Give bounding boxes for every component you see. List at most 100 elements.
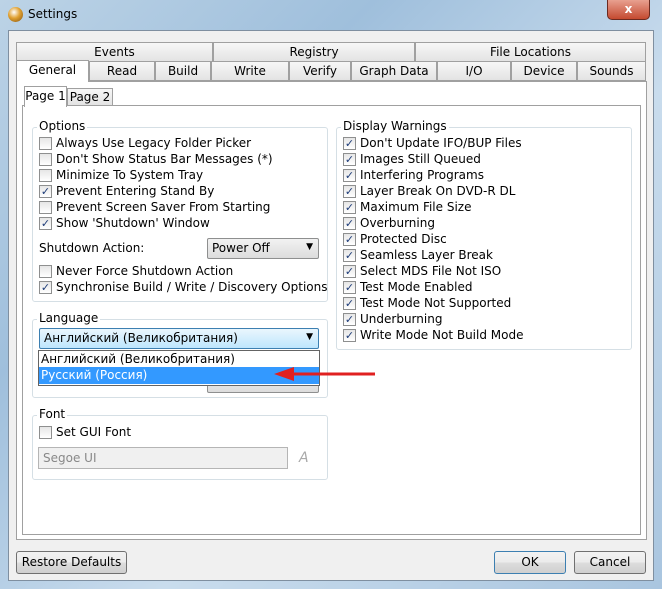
font-title: Font	[37, 407, 68, 421]
set-gui-font-checkbox[interactable]: Set GUI Font	[39, 425, 131, 439]
checkbox-label: Underburning	[360, 312, 443, 326]
window-title: Settings	[28, 7, 78, 21]
checkbox-label: Layer Break On DVD-R DL	[360, 184, 516, 198]
checkbox-select-mds-file-not-iso[interactable]: ✓ Select MDS File Not ISO	[343, 264, 501, 278]
checkbox-icon: ✓	[343, 280, 356, 294]
checkbox-icon	[39, 264, 52, 278]
checkbox-icon	[39, 425, 52, 439]
shutdown-action-value: Power Off	[212, 241, 270, 255]
checkbox-icon: ✓	[343, 168, 356, 182]
checkbox-write-mode-not-build-mode[interactable]: ✓ Write Mode Not Build Mode	[343, 328, 523, 342]
restore-defaults-button[interactable]: Restore Defaults	[16, 551, 127, 574]
checkbox-icon: ✓	[343, 312, 356, 326]
checkbox-seamless-layer-break[interactable]: ✓ Seamless Layer Break	[343, 248, 493, 262]
checkbox-layer-break-on-dvd-r-dl[interactable]: ✓ Layer Break On DVD-R DL	[343, 184, 515, 198]
checkbox-icon: ✓	[343, 248, 356, 262]
tab-sounds[interactable]: Sounds	[577, 61, 646, 81]
tab-read[interactable]: Read	[89, 61, 155, 81]
language-title: Language	[37, 311, 101, 325]
checkbox-maximum-file-size[interactable]: ✓ Maximum File Size	[343, 200, 471, 214]
checkbox-label: Protected Disc	[360, 232, 447, 246]
checkbox-icon: ✓	[343, 216, 356, 230]
checkbox-icon	[39, 200, 52, 214]
tab-graph-data[interactable]: Graph Data	[351, 61, 437, 81]
checkbox-synchronise-build-write-discovery-options[interactable]: ✓ Synchronise Build / Write / Discovery O…	[39, 280, 327, 294]
chevron-down-icon: ▼	[306, 332, 313, 342]
close-button[interactable]: x	[607, 0, 650, 20]
checkbox-icon: ✓	[39, 184, 52, 198]
checkbox-label: Show 'Shutdown' Window	[56, 216, 210, 230]
checkbox-icon: ✓	[343, 136, 356, 150]
checkbox-always-use-legacy-folder-picker[interactable]: Always Use Legacy Folder Picker	[39, 136, 251, 150]
subtab-page-2[interactable]: Page 2	[67, 88, 113, 106]
checkbox-label: Synchronise Build / Write / Discovery Op…	[56, 280, 328, 294]
tab-registry[interactable]: Registry	[213, 42, 415, 62]
checkbox-icon: ✓	[343, 264, 356, 278]
checkbox-label: Write Mode Not Build Mode	[360, 328, 524, 342]
checkbox-label: Overburning	[360, 216, 435, 230]
checkbox-label: Images Still Queued	[360, 152, 481, 166]
display-warnings-title: Display Warnings	[341, 119, 449, 133]
checkbox-icon: ✓	[343, 296, 356, 310]
checkbox-icon	[39, 168, 52, 182]
checkbox-don-t-update-ifo-bup-files[interactable]: ✓ Don't Update IFO/BUP Files	[343, 136, 522, 150]
checkbox-label: Don't Show Status Bar Messages (*)	[56, 152, 273, 166]
checkbox-icon: ✓	[343, 200, 356, 214]
checkbox-label: Prevent Screen Saver From Starting	[56, 200, 271, 214]
language-select[interactable]: Английский (Великобритания) ▼	[39, 328, 319, 349]
checkbox-label: Test Mode Not Supported	[360, 296, 512, 310]
checkbox-icon	[39, 136, 52, 150]
shutdown-action-label: Shutdown Action:	[39, 241, 145, 255]
checkbox-icon	[39, 152, 52, 166]
red-arrow-annotation	[274, 367, 375, 381]
tab-write[interactable]: Write	[211, 61, 289, 81]
checkbox-never-force-shutdown-action[interactable]: Never Force Shutdown Action	[39, 264, 233, 278]
checkbox-protected-disc[interactable]: ✓ Protected Disc	[343, 232, 447, 246]
checkbox-label: Never Force Shutdown Action	[56, 264, 234, 278]
checkbox-label: Minimize To System Tray	[56, 168, 204, 182]
chevron-down-icon: ▼	[306, 242, 313, 252]
tab-build[interactable]: Build	[155, 61, 211, 81]
tab-events[interactable]: Events	[16, 42, 213, 62]
checkbox-overburning[interactable]: ✓ Overburning	[343, 216, 435, 230]
checkbox-don-t-show-status-bar-messages[interactable]: Don't Show Status Bar Messages (*)	[39, 152, 273, 166]
checkbox-label: Select MDS File Not ISO	[360, 264, 502, 278]
checkbox-prevent-screen-saver-from-starting[interactable]: Prevent Screen Saver From Starting	[39, 200, 270, 214]
subtab-page-1[interactable]: Page 1	[24, 86, 67, 107]
checkbox-label: Prevent Entering Stand By	[56, 184, 215, 198]
checkbox-prevent-entering-stand-by[interactable]: ✓ Prevent Entering Stand By	[39, 184, 214, 198]
checkbox-label: Interfering Programs	[360, 168, 484, 182]
checkbox-label: Maximum File Size	[360, 200, 472, 214]
checkbox-icon: ✓	[39, 216, 52, 230]
font-field[interactable]: Segoe UI	[38, 447, 288, 469]
tab-device[interactable]: Device	[511, 61, 577, 81]
checkbox-icon: ✓	[343, 152, 356, 166]
checkbox-show-shutdown-window[interactable]: ✓ Show 'Shutdown' Window	[39, 216, 210, 230]
checkbox-label: Seamless Layer Break	[360, 248, 493, 262]
shutdown-action-select[interactable]: Power Off ▼	[207, 238, 319, 259]
checkbox-test-mode-enabled[interactable]: ✓ Test Mode Enabled	[343, 280, 472, 294]
checkbox-label: Always Use Legacy Folder Picker	[56, 136, 252, 150]
tab-verify[interactable]: Verify	[289, 61, 351, 81]
tab-file-locations[interactable]: File Locations	[415, 42, 646, 62]
checkbox-test-mode-not-supported[interactable]: ✓ Test Mode Not Supported	[343, 296, 511, 310]
options-title: Options	[37, 119, 88, 133]
checkbox-icon: ✓	[343, 232, 356, 246]
tab-i-o[interactable]: I/O	[437, 61, 511, 81]
app-icon	[8, 7, 23, 22]
checkbox-minimize-to-system-tray[interactable]: Minimize To System Tray	[39, 168, 203, 182]
checkbox-underburning[interactable]: ✓ Underburning	[343, 312, 442, 326]
checkbox-icon: ✓	[39, 280, 52, 294]
ok-button[interactable]: OK	[494, 551, 566, 574]
checkbox-interfering-programs[interactable]: ✓ Interfering Programs	[343, 168, 484, 182]
checkbox-label: Don't Update IFO/BUP Files	[360, 136, 522, 150]
checkbox-label: Test Mode Enabled	[360, 280, 473, 294]
font-picker-icon[interactable]: A	[299, 450, 309, 466]
checkbox-icon: ✓	[343, 184, 356, 198]
checkbox-icon: ✓	[343, 328, 356, 342]
tab-general[interactable]: General	[16, 60, 89, 82]
checkbox-images-still-queued[interactable]: ✓ Images Still Queued	[343, 152, 481, 166]
cancel-button[interactable]: Cancel	[574, 551, 646, 574]
language-value: Английский (Великобритания)	[44, 331, 238, 345]
set-gui-font-label: Set GUI Font	[56, 425, 132, 439]
